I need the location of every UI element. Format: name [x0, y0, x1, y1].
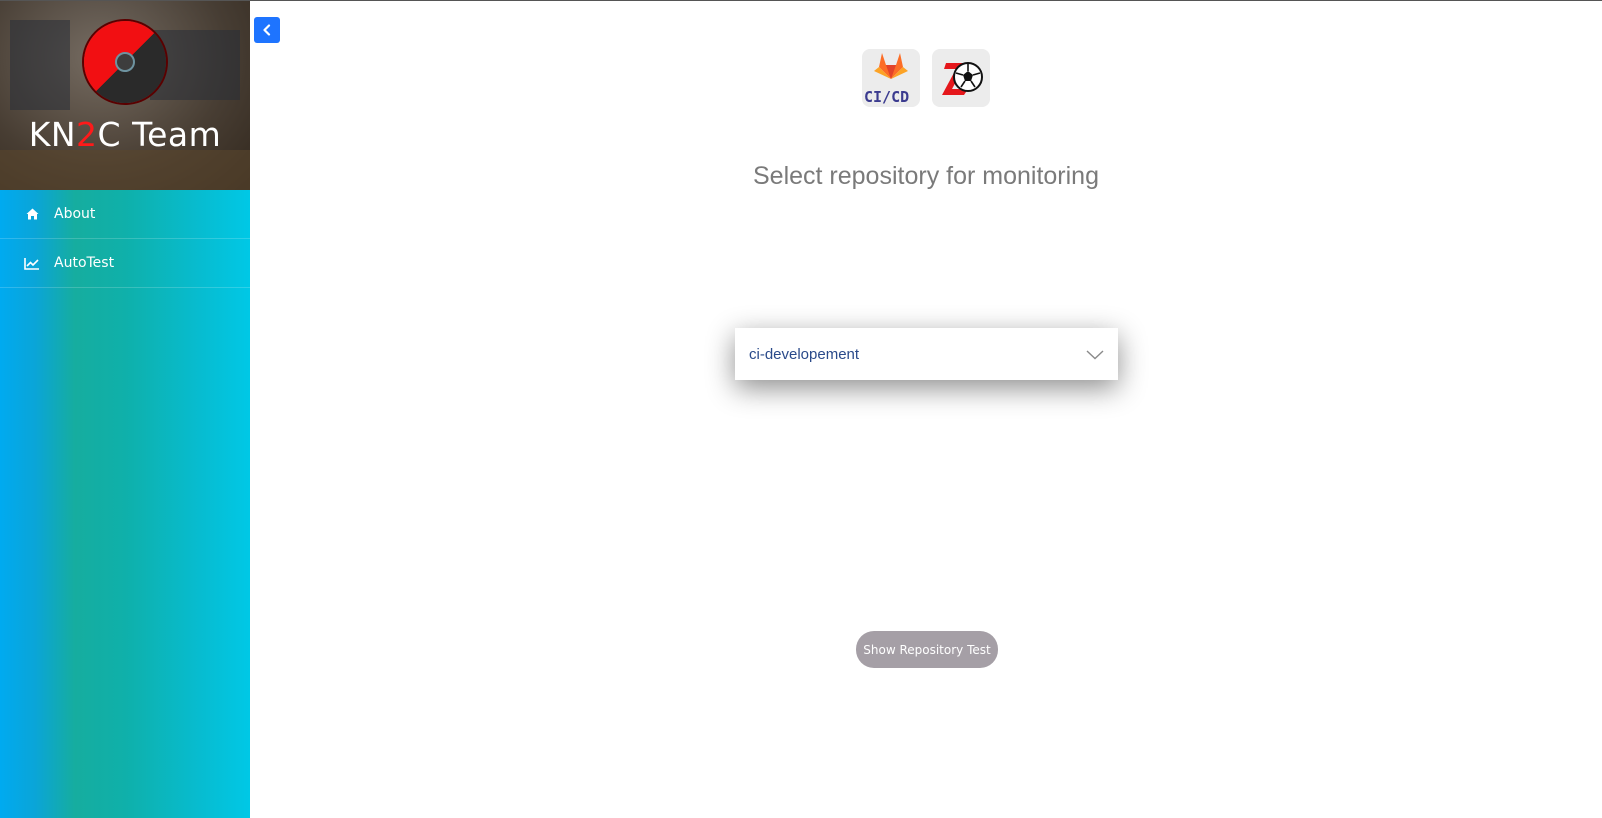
- sidebar: KN2C Team About AutoTest: [0, 0, 250, 818]
- team-name-prefix: KN: [28, 115, 77, 154]
- soccer-ball-icon: [942, 62, 983, 95]
- gitlab-fox-icon: CI/CD: [864, 53, 909, 106]
- line-chart-icon: [24, 255, 40, 271]
- home-icon: [24, 206, 40, 222]
- chevron-left-icon: [262, 21, 272, 40]
- sidebar-item-autotest[interactable]: AutoTest: [0, 239, 250, 288]
- team-name-suffix: C Team: [97, 115, 222, 154]
- top-border: [0, 0, 1602, 1]
- background-floor: [0, 150, 250, 190]
- repository-select[interactable]: ci-developement: [735, 328, 1118, 380]
- logo-row: CI/CD: [862, 49, 990, 107]
- team-logo-center: [115, 52, 135, 72]
- sidebar-item-about[interactable]: About: [0, 190, 250, 239]
- gitlab-cicd-logo: CI/CD: [862, 49, 920, 107]
- sidebar-header: KN2C Team: [0, 0, 250, 190]
- team-name-accent: 2: [76, 115, 98, 154]
- page-title: Select repository for monitoring: [753, 162, 1099, 190]
- sidebar-nav: About AutoTest: [0, 190, 250, 288]
- team-name: KN2C Team: [0, 115, 250, 154]
- show-repository-test-button[interactable]: Show Repository Test: [856, 631, 998, 668]
- repository-select-value: ci-developement: [749, 345, 860, 363]
- chevron-down-icon: [1086, 345, 1104, 364]
- cicd-label: CI/CD: [864, 88, 909, 106]
- sidebar-toggle-button[interactable]: [254, 17, 280, 43]
- kn2c-soccer-logo: [932, 49, 990, 107]
- team-logo: [84, 21, 166, 103]
- sidebar-item-label: About: [54, 206, 96, 222]
- sidebar-item-label: AutoTest: [54, 255, 115, 271]
- background-shelf: [10, 20, 70, 110]
